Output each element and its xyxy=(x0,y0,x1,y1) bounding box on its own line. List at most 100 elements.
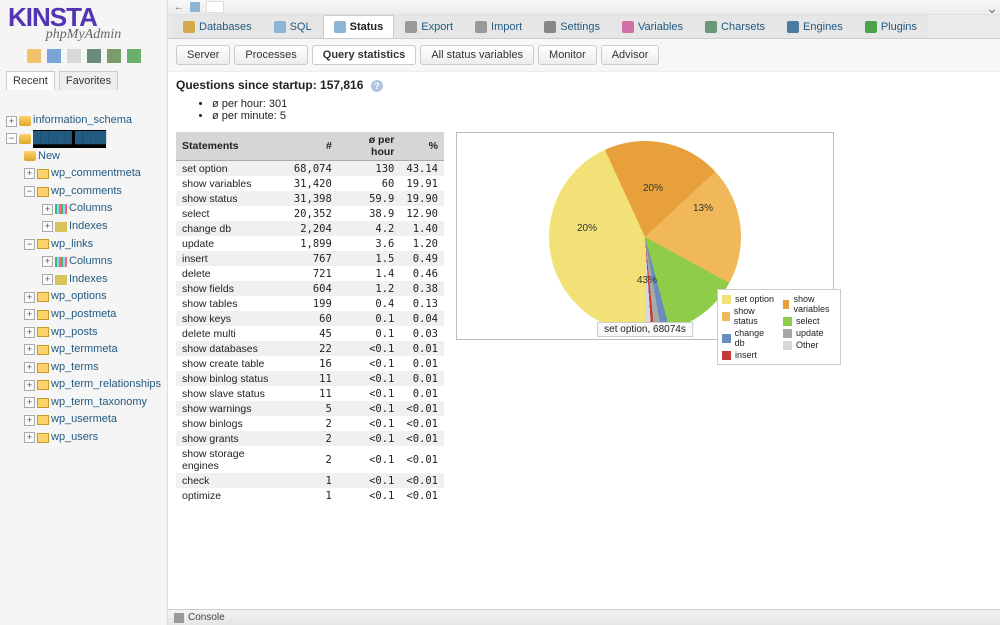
expand-icon[interactable]: + xyxy=(24,327,35,338)
server-icon[interactable] xyxy=(190,2,200,12)
table-row: show binlog status11<0.10.01 xyxy=(176,371,444,386)
tree-item[interactable]: +Columns xyxy=(4,253,163,271)
tree-item[interactable]: +wp_usermeta xyxy=(4,411,163,429)
expand-icon[interactable]: + xyxy=(42,274,53,285)
cell: 604 xyxy=(288,281,338,296)
tree-item[interactable]: +wp_options xyxy=(4,288,163,306)
tree-item[interactable]: +Indexes xyxy=(4,271,163,289)
tree-item[interactable]: + wp_terms xyxy=(4,359,163,377)
cell: update xyxy=(176,236,288,251)
tab-status[interactable]: Status xyxy=(323,15,395,38)
db-icon xyxy=(24,151,36,161)
sql-icon[interactable] xyxy=(67,49,81,63)
expand-icon[interactable]: + xyxy=(42,221,53,232)
tab-label: Import xyxy=(491,21,522,33)
subtab-advisor[interactable]: Advisor xyxy=(601,45,660,65)
cell: delete xyxy=(176,266,288,281)
tab-import[interactable]: Import xyxy=(464,15,533,38)
tree-item[interactable]: +Indexes xyxy=(4,218,163,236)
tree-item[interactable]: +wp_postmeta xyxy=(4,306,163,324)
tree-item[interactable]: New xyxy=(4,148,163,166)
tab-engines[interactable]: Engines xyxy=(776,15,854,38)
tab-plugins[interactable]: Plugins xyxy=(854,15,928,38)
cell: show warnings xyxy=(176,401,288,416)
sub-tabs: ServerProcessesQuery statisticsAll statu… xyxy=(168,39,1000,72)
legend-label: set option xyxy=(735,294,774,304)
expand-icon[interactable]: + xyxy=(24,344,35,355)
legend-label: Other xyxy=(796,340,819,350)
cell: show storage engines xyxy=(176,446,288,473)
swatch-icon xyxy=(722,334,731,343)
subtab-server[interactable]: Server xyxy=(176,45,230,65)
gear-icon[interactable] xyxy=(107,49,121,63)
expand-icon[interactable]: + xyxy=(24,380,35,391)
help-icon[interactable]: ? xyxy=(371,80,383,92)
expand-icon[interactable]: + xyxy=(6,116,17,127)
tab-favorites[interactable]: Favorites xyxy=(59,71,118,90)
subtab-monitor[interactable]: Monitor xyxy=(538,45,597,65)
tab-recent[interactable]: Recent xyxy=(6,71,55,90)
expand-icon[interactable]: + xyxy=(24,168,35,179)
cell: 22 xyxy=(288,341,338,356)
cell: 0.4 xyxy=(338,296,401,311)
cell: select xyxy=(176,206,288,221)
tree-label: wp_terms xyxy=(51,359,99,377)
tree-item[interactable]: −█████ ████ xyxy=(4,130,163,148)
cell: <0.1 xyxy=(338,488,401,503)
tree-item[interactable]: +wp_term_relationships xyxy=(4,376,163,394)
expand-icon[interactable]: + xyxy=(24,309,35,320)
tree-item[interactable]: +Columns xyxy=(4,200,163,218)
tab-label: Charsets xyxy=(721,21,765,33)
tab-export[interactable]: Export xyxy=(394,15,464,38)
tree-item[interactable]: +wp_commentmeta xyxy=(4,165,163,183)
tree-item[interactable]: +wp_users xyxy=(4,429,163,447)
legend-label: show status xyxy=(734,306,775,326)
cell: change db xyxy=(176,221,288,236)
breadcrumb-item[interactable] xyxy=(206,1,224,13)
tab-label: Databases xyxy=(199,21,252,33)
expand-icon[interactable]: + xyxy=(42,204,53,215)
tree-label: wp_posts xyxy=(51,324,97,342)
tree-item[interactable]: +information_schema xyxy=(4,112,163,130)
cell: 16 xyxy=(288,356,338,371)
tree-item[interactable]: −wp_comments xyxy=(4,183,163,201)
subtab-processes[interactable]: Processes xyxy=(234,45,307,65)
idx-icon xyxy=(55,275,67,285)
expand-icon[interactable]: + xyxy=(24,397,35,408)
tree-item[interactable]: −wp_links xyxy=(4,236,163,254)
expand-icon[interactable]: − xyxy=(6,133,17,144)
expand-icon[interactable]: + xyxy=(42,256,53,267)
tree-label: New xyxy=(38,148,60,166)
docs-icon[interactable] xyxy=(87,49,101,63)
cell: 38.9 xyxy=(338,206,401,221)
tree-item[interactable]: +wp_term_taxonomy xyxy=(4,394,163,412)
col-header[interactable]: # xyxy=(288,132,338,161)
tab-databases[interactable]: Databases xyxy=(172,15,263,38)
tab-settings[interactable]: Settings xyxy=(533,15,611,38)
expand-icon[interactable]: − xyxy=(24,239,35,250)
subtab-all-status-variables[interactable]: All status variables xyxy=(420,45,534,65)
reload-icon[interactable] xyxy=(127,49,141,63)
col-header[interactable]: ø per hour xyxy=(338,132,401,161)
collapse-icon[interactable]: ⌄ xyxy=(986,0,998,17)
expand-icon[interactable]: + xyxy=(24,415,35,426)
nav-back-icon[interactable]: ← xyxy=(174,2,184,13)
subtab-query-statistics[interactable]: Query statistics xyxy=(312,45,417,65)
questions-header: Questions since startup: 157,816 ? xyxy=(176,78,992,92)
expand-icon[interactable]: + xyxy=(24,362,35,373)
exit-icon[interactable] xyxy=(47,49,61,63)
col-header[interactable]: % xyxy=(400,132,444,161)
expand-icon[interactable]: + xyxy=(24,432,35,443)
tab-variables[interactable]: Variables xyxy=(611,15,694,38)
tree-item[interactable]: +wp_termmeta xyxy=(4,341,163,359)
table-row: show create table16<0.10.01 xyxy=(176,356,444,371)
col-header[interactable]: Statements xyxy=(176,132,288,161)
expand-icon[interactable]: − xyxy=(24,186,35,197)
expand-icon[interactable]: + xyxy=(24,292,35,303)
console-bar[interactable]: Console xyxy=(168,609,1000,625)
tree-item[interactable]: + wp_posts xyxy=(4,324,163,342)
tab-sql[interactable]: SQL xyxy=(263,15,323,38)
tab-charsets[interactable]: Charsets xyxy=(694,15,776,38)
statements-table: Statements#ø per hour%set option68,07413… xyxy=(176,132,444,503)
home-icon[interactable] xyxy=(27,49,41,63)
